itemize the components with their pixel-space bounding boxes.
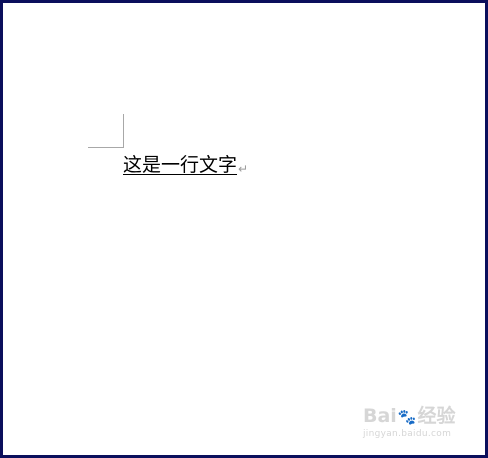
document-page[interactable]: 这是一行文字↵ Bai🐾经验 jingyan.baidu.com [3,3,485,455]
underlined-text[interactable]: 这是一行文字 [123,154,237,176]
paw-icon: 🐾 [397,408,417,426]
baidu-jingyan-watermark: Bai🐾经验 jingyan.baidu.com [363,405,459,445]
text-boundary-corner-mark [88,114,124,148]
document-paragraph[interactable]: 这是一行文字↵ [123,153,248,181]
watermark-logo: Bai🐾经验 [363,405,456,427]
watermark-url: jingyan.baidu.com [363,429,452,439]
paragraph-mark-icon: ↵ [238,162,249,176]
app-window-frame: 这是一行文字↵ Bai🐾经验 jingyan.baidu.com [0,0,488,458]
